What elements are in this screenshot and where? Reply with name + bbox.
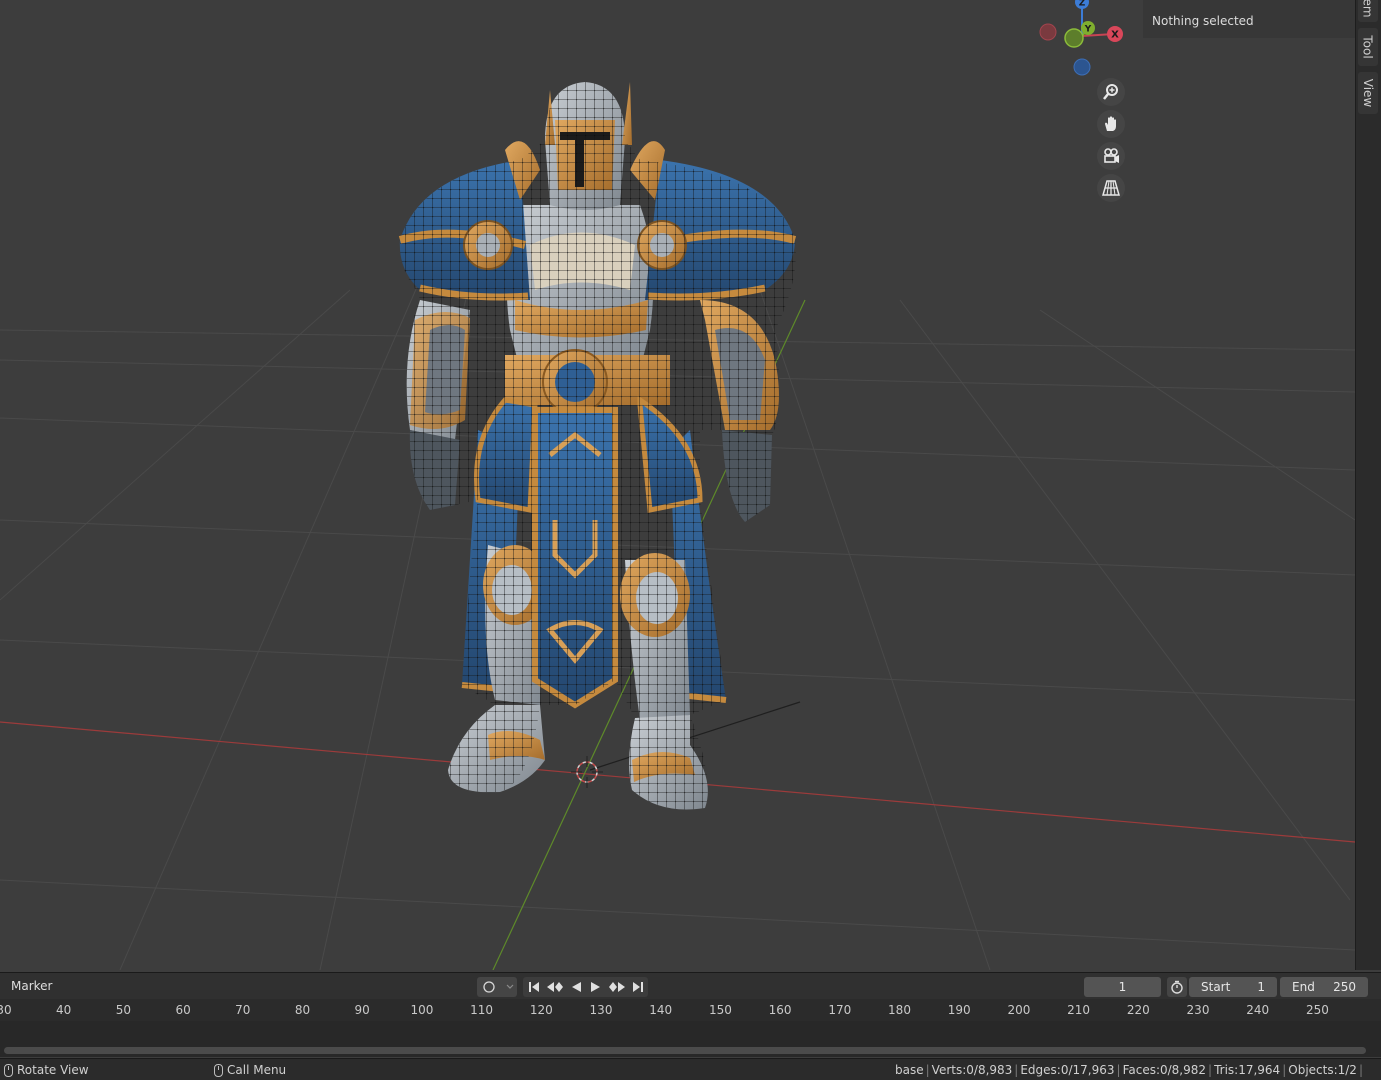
prev-keyframe-icon[interactable] [544,978,566,997]
navigation-gizmo: Y X Z [1039,0,1123,76]
ruler-tick: 160 [768,1003,792,1017]
sidebar-tab-strip: em Tool View [1355,0,1381,970]
status-bar: Rotate View Call Menu base | Verts:0/8,983… [0,1058,1381,1080]
ruler-tick: 250 [1305,1003,1329,1017]
ruler-tick: 110 [470,1003,494,1017]
perspective-grid-icon[interactable] [1097,174,1125,202]
ruler-tick: 170 [828,1003,852,1017]
3d-viewport[interactable]: Y X Z Nothing selected [0,0,1355,970]
ruler-tick: 220 [1126,1003,1150,1017]
selection-status: Nothing selected [1152,14,1254,28]
tris-count: Tris:17,964 [1214,1063,1281,1077]
svg-text:Y: Y [1084,25,1092,35]
playback-controls [523,977,648,997]
ruler-tick: 180 [888,1003,911,1017]
viewport-scene: Y X Z [0,0,1355,970]
ruler-tick: 190 [947,1003,971,1017]
timeline-scrollbar[interactable] [4,1047,1366,1054]
ruler-tick: 140 [649,1003,673,1017]
active-object-name: base [895,1063,924,1077]
tab-view[interactable]: View [1358,72,1378,114]
end-value: 250 [1333,980,1356,994]
jump-start-icon[interactable] [524,978,544,997]
objects-count: Objects:1/2 [1288,1063,1357,1077]
3d-cursor-icon [571,756,603,788]
svg-text:Z: Z [1079,0,1086,9]
stopwatch-icon[interactable] [1167,977,1187,997]
timeline-ruler[interactable]: 30 40 50 60 70 80 90 100 110 120 130 140 150 160 170 18… [0,999,1381,1021]
armored-knight-model [398,82,797,810]
ruler-tick: 70 [235,1003,251,1017]
jump-end-icon[interactable] [628,978,648,997]
ruler-tick: 130 [589,1003,613,1017]
ruler-tick: 100 [410,1003,434,1017]
ruler-tick: 230 [1186,1003,1210,1017]
start-frame-field[interactable]: Start 1 [1189,977,1277,997]
edges-count: Edges:0/17,963 [1020,1063,1115,1077]
sidebar-panel: Nothing selected [1143,0,1355,38]
tab-item[interactable]: em [1358,0,1378,22]
tab-tool[interactable]: Tool [1358,28,1378,66]
keying-dropdown[interactable] [477,977,517,997]
play-reverse-icon[interactable] [566,978,586,997]
mouse-right-icon [214,1063,223,1077]
play-icon[interactable] [586,978,606,997]
start-value: 1 [1257,980,1265,994]
zoom-icon[interactable] [1097,78,1125,106]
marker-menu[interactable]: Marker [11,979,52,993]
timeline-header: Marker 1 Start 1 End 250 [0,972,1381,999]
ruler-tick: 50 [115,1003,132,1017]
ruler-tick: 240 [1246,1003,1270,1017]
ruler-tick: 30 [0,1003,12,1017]
ruler-tick: 120 [529,1003,553,1017]
faces-count: Faces:0/8,982 [1122,1063,1207,1077]
ruler-tick: 60 [175,1003,191,1017]
rotate-view-hint: Rotate View [4,1063,89,1077]
ruler-tick: 210 [1067,1003,1091,1017]
svg-text:X: X [1111,30,1119,41]
end-frame-field[interactable]: End 250 [1280,977,1368,997]
timeline-track[interactable] [0,1021,1381,1057]
current-frame-field[interactable]: 1 [1084,977,1161,997]
ruler-tick: 90 [354,1003,370,1017]
camera-icon[interactable] [1097,142,1125,170]
verts-count: Verts:0/8,983 [931,1063,1013,1077]
end-label: End [1292,980,1315,994]
hand-pan-icon[interactable] [1097,110,1125,138]
ruler-tick: 40 [56,1003,72,1017]
ruler-tick: 80 [294,1003,311,1017]
scene-statistics: base | Verts:0/8,983 | Edges:0/17,963 | Faces:… [895,1063,1363,1077]
next-keyframe-icon[interactable] [606,978,628,997]
call-menu-hint: Call Menu [214,1063,286,1077]
ruler-tick: 200 [1007,1003,1031,1017]
start-label: Start [1201,980,1231,994]
ruler-tick: 150 [708,1003,732,1017]
mouse-middle-icon [4,1063,13,1077]
